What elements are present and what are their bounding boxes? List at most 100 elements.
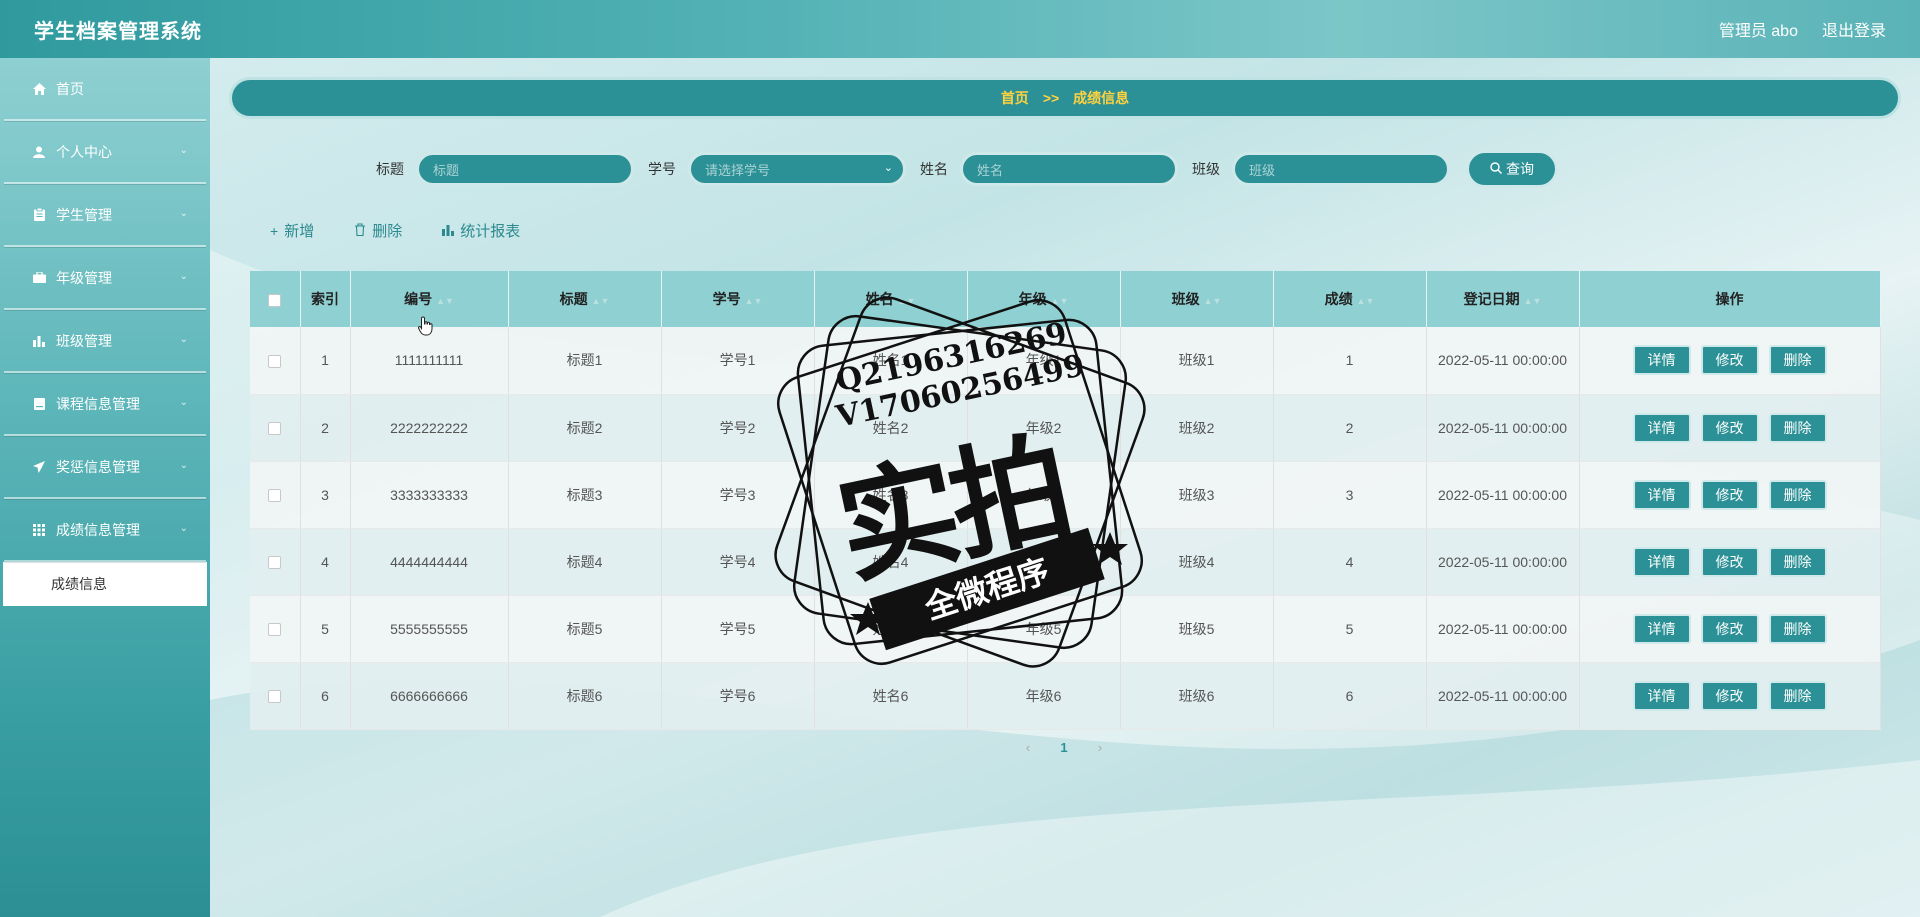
bar-chart-icon [442, 223, 455, 239]
select-all-checkbox[interactable] [268, 293, 282, 307]
delete-button[interactable]: 删除 [1768, 613, 1827, 644]
next-page-icon[interactable]: › [1090, 740, 1110, 755]
detail-button[interactable]: 详情 [1632, 412, 1691, 443]
detail-button[interactable]: 详情 [1632, 546, 1691, 577]
row-checkbox-cell[interactable] [250, 528, 301, 596]
delete-button[interactable]: 删除 [1768, 546, 1827, 577]
delete-button[interactable]: 删除 [1768, 412, 1827, 443]
add-button[interactable]: + 新增 [270, 220, 314, 241]
cell-title: 标题6 [508, 662, 662, 730]
search-icon [1490, 161, 1502, 177]
cell-class: 班级3 [1120, 461, 1274, 529]
title-search-input[interactable]: 标题 [416, 152, 634, 186]
current-user[interactable]: 管理员 abo [1719, 17, 1798, 41]
breadcrumb-home[interactable]: 首页 [1001, 88, 1029, 108]
select-all-header[interactable] [250, 271, 301, 327]
detail-button[interactable]: 详情 [1632, 613, 1691, 644]
column-header-name[interactable]: 姓名 ▲▼ [814, 271, 968, 327]
cell-title: 标题5 [508, 595, 662, 663]
edit-button[interactable]: 修改 [1700, 345, 1759, 376]
trash-icon [354, 222, 366, 239]
student-no-select[interactable]: 请选择学号 ⌄ [688, 152, 906, 186]
cell-title: 标题1 [508, 327, 662, 395]
column-header-grade[interactable]: 年级 ▲▼ [967, 271, 1121, 327]
class-filter-label: 班级 [1192, 161, 1220, 177]
detail-button[interactable]: 详情 [1632, 479, 1691, 510]
row-checkbox[interactable] [268, 422, 282, 436]
sort-icon[interactable]: ▲▼ [436, 296, 454, 306]
sort-icon[interactable]: ▲▼ [1204, 296, 1222, 306]
column-header-student-no[interactable]: 学号 ▲▼ [661, 271, 815, 327]
cell-date: 2022-05-11 00:00:00 [1426, 595, 1580, 663]
cell-grade: 年级2 [967, 394, 1121, 462]
class-search-input[interactable]: 班级 [1232, 152, 1450, 186]
cell-title: 标题2 [508, 394, 662, 462]
cell-student-no: 学号3 [661, 461, 815, 529]
table-row: 1 1111111111 标题1 学号1 姓名1 年级1 班级1 1 2022-05-11 00… [250, 327, 1881, 395]
edit-button[interactable]: 修改 [1700, 479, 1759, 510]
cell-student-no: 学号1 [661, 327, 815, 395]
sidebar-item-score-management[interactable]: 成绩信息管理 ⌄ [4, 499, 206, 562]
column-header-class[interactable]: 班级 ▲▼ [1120, 271, 1274, 327]
logout-link[interactable]: 退出登录 [1822, 17, 1886, 41]
chevron-down-icon: ⌄ [179, 397, 188, 408]
table-row: 3 3333333333 标题3 学号3 姓名3 年级3 班级3 3 2022-05-11 00… [250, 461, 1881, 529]
sort-icon[interactable]: ▲▼ [1357, 296, 1375, 306]
statistics-report-button[interactable]: 统计报表 [442, 220, 520, 241]
chevron-down-icon: ⌄ [179, 523, 188, 534]
sidebar-item-student-management[interactable]: 学生管理 ⌄ [4, 184, 206, 247]
cell-index: 4 [300, 528, 351, 596]
edit-button[interactable]: 修改 [1700, 546, 1759, 577]
batch-delete-button[interactable]: 删除 [354, 220, 402, 241]
row-checkbox-cell[interactable] [250, 327, 301, 395]
sidebar-item-label: 学生管理 [56, 206, 112, 223]
detail-button[interactable]: 详情 [1632, 345, 1691, 376]
column-header-title[interactable]: 标题 ▲▼ [508, 271, 662, 327]
sort-icon[interactable]: ▲▼ [1051, 296, 1069, 306]
sidebar-item-reward-management[interactable]: 奖惩信息管理 ⌄ [4, 436, 206, 499]
cell-code: 5555555555 [350, 595, 509, 663]
sidebar-item-course-management[interactable]: 课程信息管理 ⌄ [4, 373, 206, 436]
row-checkbox-cell[interactable] [250, 461, 301, 529]
delete-button[interactable]: 删除 [1768, 479, 1827, 510]
row-checkbox-cell[interactable] [250, 595, 301, 663]
delete-button[interactable]: 删除 [1768, 680, 1827, 711]
row-checkbox-cell[interactable] [250, 394, 301, 462]
query-button[interactable]: 查询 [1466, 150, 1558, 188]
search-form: 标题 标题 学号 请选择学号 ⌄ 姓名 姓名 班级 班级 查询 [0, 150, 1920, 188]
row-checkbox[interactable] [268, 556, 282, 570]
prev-page-icon[interactable]: ‹ [1018, 740, 1038, 755]
page-number[interactable]: 1 [1052, 740, 1076, 755]
sidebar-item-label: 成绩信息管理 [56, 521, 140, 538]
name-search-input[interactable]: 姓名 [960, 152, 1178, 186]
edit-button[interactable]: 修改 [1700, 412, 1759, 443]
edit-button[interactable]: 修改 [1700, 613, 1759, 644]
sort-icon[interactable]: ▲▼ [898, 296, 916, 306]
sort-icon[interactable]: ▲▼ [1524, 296, 1542, 306]
detail-button[interactable]: 详情 [1632, 680, 1691, 711]
sort-icon[interactable]: ▲▼ [745, 296, 763, 306]
clipboard-icon [30, 208, 48, 221]
sidebar-item-home[interactable]: 首页 [4, 58, 206, 121]
row-checkbox[interactable] [268, 489, 282, 503]
title-search-placeholder: 标题 [433, 162, 460, 178]
sidebar-subitem-score-info[interactable]: 成绩信息 [3, 562, 207, 606]
sidebar-item-class-management[interactable]: 班级管理 ⌄ [4, 310, 206, 373]
column-header-score[interactable]: 成绩 ▲▼ [1273, 271, 1427, 327]
row-checkbox[interactable] [268, 355, 282, 369]
chevron-down-icon: ⌄ [179, 334, 188, 345]
column-header-date[interactable]: 登记日期 ▲▼ [1426, 271, 1580, 327]
cell-name: 姓名4 [814, 528, 968, 596]
row-checkbox[interactable] [268, 690, 282, 704]
edit-button[interactable]: 修改 [1700, 680, 1759, 711]
sort-icon[interactable]: ▲▼ [592, 296, 610, 306]
query-button-label: 查询 [1506, 161, 1534, 177]
delete-button[interactable]: 删除 [1768, 345, 1827, 376]
sidebar-item-grade-management[interactable]: 年级管理 ⌄ [4, 247, 206, 310]
class-search-placeholder: 班级 [1249, 162, 1276, 178]
row-checkbox[interactable] [268, 623, 282, 637]
row-checkbox-cell[interactable] [250, 662, 301, 730]
cell-student-no: 学号2 [661, 394, 815, 462]
briefcase-icon [30, 272, 48, 283]
plus-icon: + [270, 222, 279, 239]
